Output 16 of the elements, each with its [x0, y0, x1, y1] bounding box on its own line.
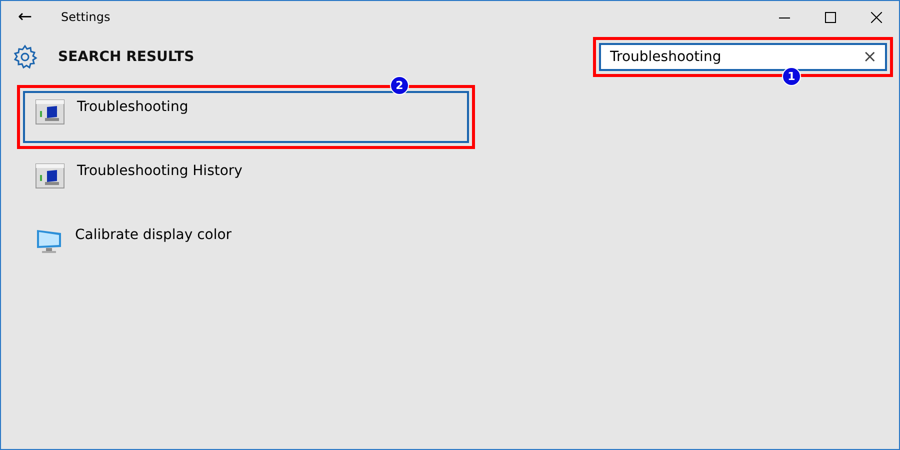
troubleshooter-icon	[35, 163, 65, 189]
monitor-icon	[35, 227, 63, 255]
search-field[interactable]: Troubleshooting ×	[599, 43, 887, 71]
result-item[interactable]: Troubleshooting History	[23, 155, 469, 207]
back-button[interactable]: ←	[1, 1, 49, 33]
window-title: Settings	[61, 10, 112, 24]
callout-number: 2	[390, 76, 409, 95]
clear-button[interactable]: ×	[862, 47, 877, 67]
result-item[interactable]: Troubleshooting	[23, 91, 469, 143]
close-icon	[870, 12, 882, 22]
result-item[interactable]: Calibrate display color	[23, 219, 469, 271]
maximize-icon	[824, 12, 836, 22]
page-heading: SEARCH RESULTS	[58, 49, 196, 65]
settings-icon	[12, 44, 38, 70]
callout-number: 1	[782, 67, 801, 86]
troubleshooter-icon	[35, 99, 65, 125]
